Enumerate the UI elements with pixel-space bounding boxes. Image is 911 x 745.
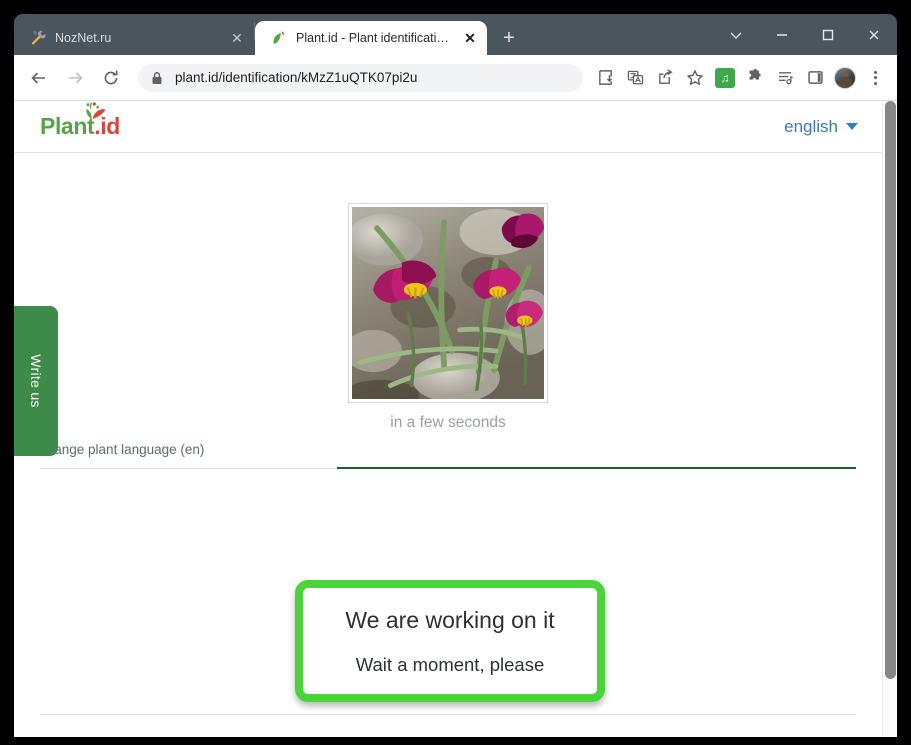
language-selector[interactable]: english: [784, 117, 858, 137]
close-icon: [869, 30, 879, 39]
side-panel-icon: [807, 71, 823, 84]
leaf-icon: [273, 31, 284, 44]
chevron-down-icon: [730, 32, 742, 39]
language-row: change plant language (en): [14, 442, 882, 474]
kebab-icon: [873, 70, 877, 85]
back-button[interactable]: [24, 63, 54, 93]
plant-photo: [352, 207, 544, 399]
new-tab-button[interactable]: +: [495, 24, 523, 52]
browser-tab-plantid[interactable]: Plant.id - Plant identification app ✕: [255, 21, 487, 55]
lock-icon: [152, 71, 162, 84]
plantid-logo[interactable]: Plant .id: [40, 102, 120, 138]
reload-icon: [104, 70, 118, 84]
change-plant-language-link[interactable]: change plant language (en): [40, 442, 204, 457]
back-arrow-icon: [31, 71, 45, 84]
page-viewport: Plant .id english Write us in a few seco…: [14, 101, 897, 737]
section-divider-green: [337, 467, 856, 469]
write-us-tab[interactable]: Write us: [14, 306, 58, 456]
translate-icon[interactable]: [621, 64, 649, 92]
share-icon: [658, 69, 673, 84]
tab-close-button[interactable]: ✕: [228, 29, 246, 47]
write-us-label: Write us: [28, 354, 44, 408]
uploaded-photo-block: in a few seconds: [348, 203, 548, 432]
status-callout: We are working on it Wait a moment, plea…: [295, 580, 605, 702]
web-page: Plant .id english Write us in a few seco…: [14, 101, 882, 737]
bookmark-star-icon[interactable]: [681, 64, 709, 92]
tab-close-button[interactable]: ✕: [461, 29, 479, 47]
side-panel-icon[interactable]: [801, 64, 829, 92]
forward-button[interactable]: [60, 63, 90, 93]
photo-caption: in a few seconds: [390, 414, 506, 431]
language-selector-label: english: [784, 116, 838, 136]
maximize-icon: [822, 29, 834, 40]
window-controls: [713, 14, 897, 55]
music-extension-icon[interactable]: ♫: [711, 64, 739, 92]
forward-arrow-icon: [69, 71, 83, 84]
main-content: in a few seconds change plant language (…: [14, 153, 882, 474]
translate-icon: [627, 70, 643, 85]
browser-tab-noznet[interactable]: NozNet.ru ✕: [14, 21, 254, 55]
avatar: [834, 66, 856, 89]
tab-title: NozNet.ru: [55, 31, 112, 45]
minimize-icon: [777, 33, 787, 36]
address-bar-url: plant.id/identification/kMzZ1uQTK07pi2u: [175, 70, 418, 85]
logo-leaf-icon: [86, 102, 106, 119]
callout-title: We are working on it: [345, 606, 555, 633]
address-bar[interactable]: plant.id/identification/kMzZ1uQTK07pi2u: [138, 63, 583, 92]
minimize-button[interactable]: [759, 14, 805, 55]
tab-strip: NozNet.ru ✕ Plant.id - Plant identificat…: [14, 14, 897, 55]
profile-avatar[interactable]: [831, 64, 859, 92]
tools-icon: [31, 30, 46, 45]
close-button[interactable]: [851, 14, 897, 55]
browser-toolbar: plant.id/identification/kMzZ1uQTK07pi2u: [14, 55, 897, 101]
photo-frame: [348, 203, 548, 403]
reading-list-icon[interactable]: [771, 64, 799, 92]
reading-list-icon: [778, 72, 793, 85]
install-app-icon[interactable]: [591, 64, 619, 92]
chrome-menu-kebab[interactable]: [861, 64, 889, 92]
browser-window: NozNet.ru ✕ Plant.id - Plant identificat…: [14, 14, 897, 737]
extensions-puzzle-icon[interactable]: [741, 64, 769, 92]
install-app-icon: [598, 70, 612, 85]
site-header: Plant .id english: [14, 101, 882, 153]
share-icon[interactable]: [651, 64, 679, 92]
reload-button[interactable]: [96, 63, 126, 93]
puzzle-icon: [749, 69, 761, 80]
tab-search-button[interactable]: [713, 14, 759, 55]
callout-subtitle: Wait a moment, please: [355, 653, 545, 675]
bookmark-star-icon: [687, 69, 703, 85]
scrollbar-thumb[interactable]: [885, 101, 896, 679]
music-note-glyph: ♫: [715, 67, 735, 88]
maximize-button[interactable]: [805, 14, 851, 55]
horizontal-rule-upper: [40, 714, 856, 715]
tab-title: Plant.id - Plant identification app: [296, 31, 455, 45]
page-scrollbar[interactable]: [882, 101, 897, 737]
chevron-down-icon: [846, 123, 858, 130]
